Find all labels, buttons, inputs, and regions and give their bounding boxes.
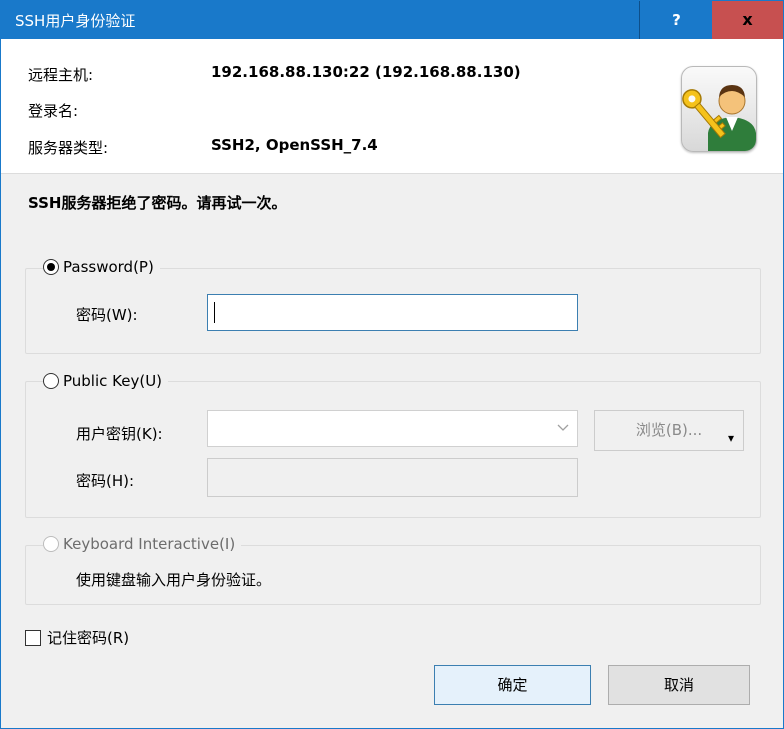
password-label: 密码(W): (76, 306, 138, 324)
key-user-icon (681, 66, 757, 152)
passphrase-label: 密码(H): (76, 472, 135, 490)
dropdown-dot-icon: ▾ (727, 431, 734, 445)
keyboard-interactive-radio-option[interactable]: Keyboard Interactive(I) (43, 535, 242, 553)
title-bar[interactable]: SSH用户身份验证 ? x (1, 1, 783, 39)
close-icon: x (742, 10, 753, 29)
help-button[interactable]: ? (639, 1, 713, 39)
password-radio-option[interactable]: Password(P) (43, 258, 160, 276)
password-radio-label: Password(P) (63, 258, 154, 276)
keyboard-interactive-radio[interactable] (43, 536, 59, 552)
public-key-radio-option[interactable]: Public Key(U) (43, 372, 169, 390)
passphrase-input[interactable] (207, 458, 578, 497)
user-key-label: 用户密钥(K): (76, 425, 163, 443)
keyboard-interactive-radio-label: Keyboard Interactive(I) (63, 535, 236, 553)
remote-host-label: 远程主机: (28, 66, 94, 84)
public-key-radio-label: Public Key(U) (63, 372, 163, 390)
window-title: SSH用户身份验证 (15, 12, 136, 30)
remember-password-label: 记住密码(R) (47, 629, 130, 647)
ok-button[interactable]: 确定 (434, 665, 591, 705)
remember-password-checkbox[interactable] (25, 629, 41, 646)
help-icon: ? (672, 11, 681, 29)
password-radio[interactable] (43, 259, 59, 275)
remote-host-value: 192.168.88.130:22 (192.168.88.130) (211, 63, 521, 81)
chevron-down-icon (557, 424, 569, 431)
password-input[interactable] (207, 294, 578, 331)
cancel-button[interactable]: 取消 (608, 665, 750, 705)
remember-password-option[interactable]: 记住密码(R) (25, 627, 129, 648)
auth-error-message: SSH服务器拒绝了密码。请再试一次。 (28, 194, 287, 212)
browse-button[interactable]: 浏览(B)... ▾ (594, 410, 744, 451)
public-key-radio[interactable] (43, 373, 59, 389)
keyboard-interactive-description: 使用键盘输入用户身份验证。 (76, 571, 272, 589)
text-caret (214, 302, 215, 323)
ssh-auth-dialog: SSH用户身份验证 ? x 远程主机: 192.168.88.130:22 (1… (0, 0, 784, 729)
server-type-label: 服务器类型: (28, 139, 109, 157)
host-info-panel: 远程主机: 192.168.88.130:22 (192.168.88.130)… (1, 39, 783, 174)
server-type-value: SSH2, OpenSSH_7.4 (211, 136, 378, 154)
login-name-label: 登录名: (28, 102, 79, 120)
user-key-select[interactable] (207, 410, 578, 447)
close-button[interactable]: x (712, 1, 783, 39)
